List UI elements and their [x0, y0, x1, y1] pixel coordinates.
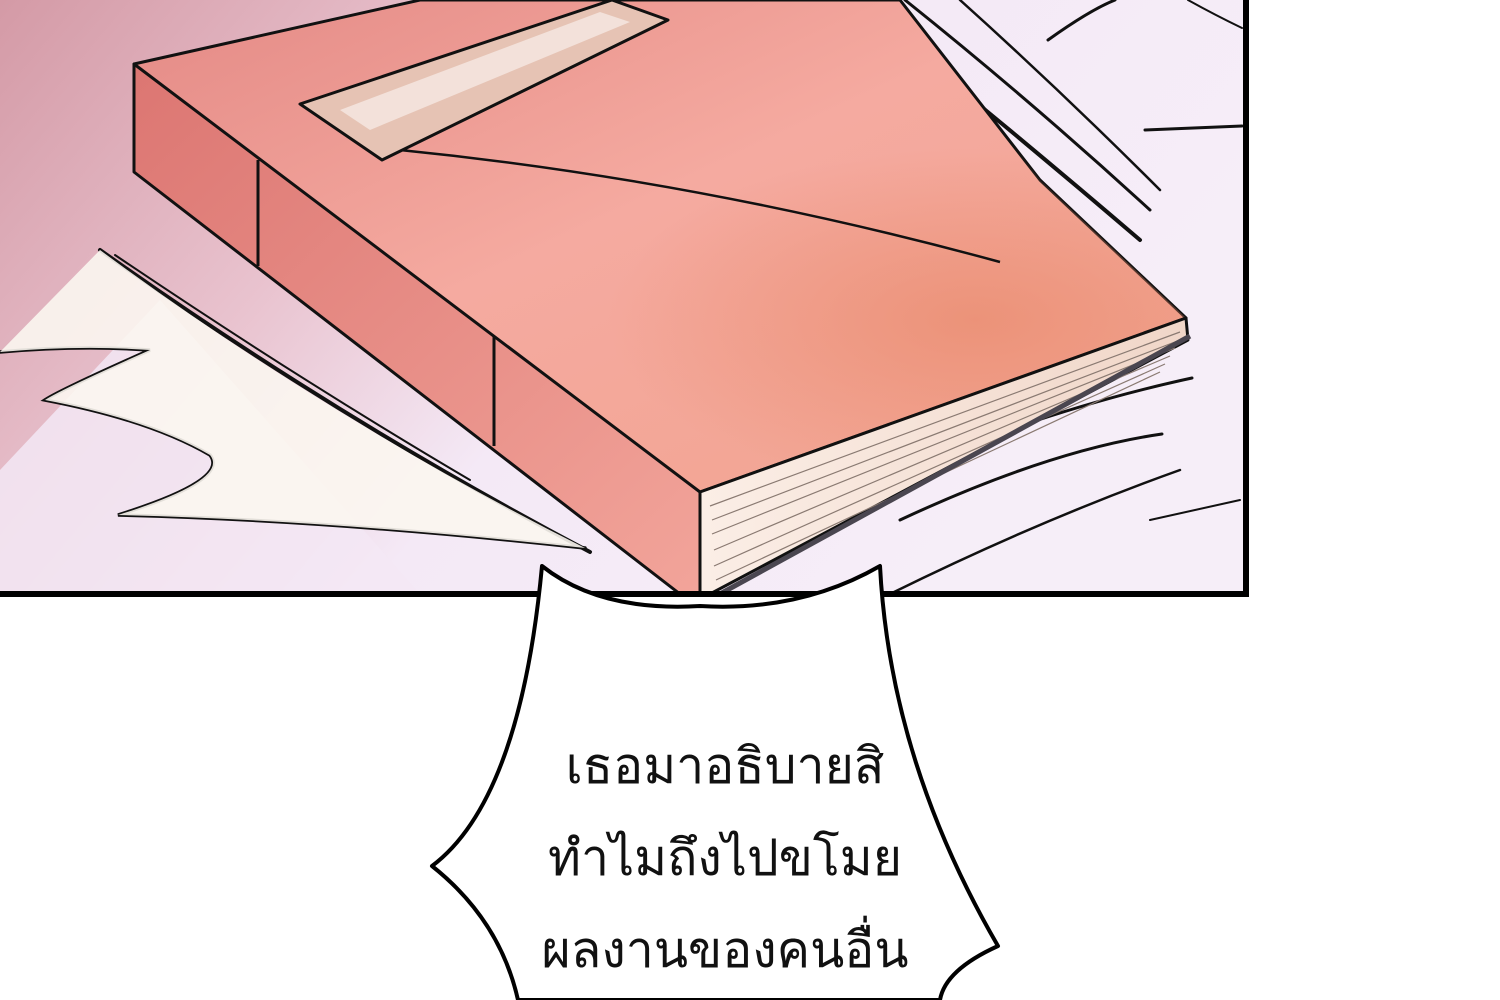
- speech-bubble-text: เธอมาอธิบายสิ ทำไมถึงไปขโมย ผลงานของคนอื…: [515, 720, 935, 996]
- panel-background: [0, 0, 1246, 594]
- comic-page: เธอมาอธิบายสิ ทำไมถึงไปขโมย ผลงานของคนอื…: [0, 0, 1500, 1000]
- speech-line-1: เธอมาอธิบายสิ: [565, 737, 885, 795]
- speech-line-3: ผลงานของคนอื่น: [541, 921, 909, 979]
- speech-line-2: ทำไมถึงไปขโมย: [547, 829, 902, 887]
